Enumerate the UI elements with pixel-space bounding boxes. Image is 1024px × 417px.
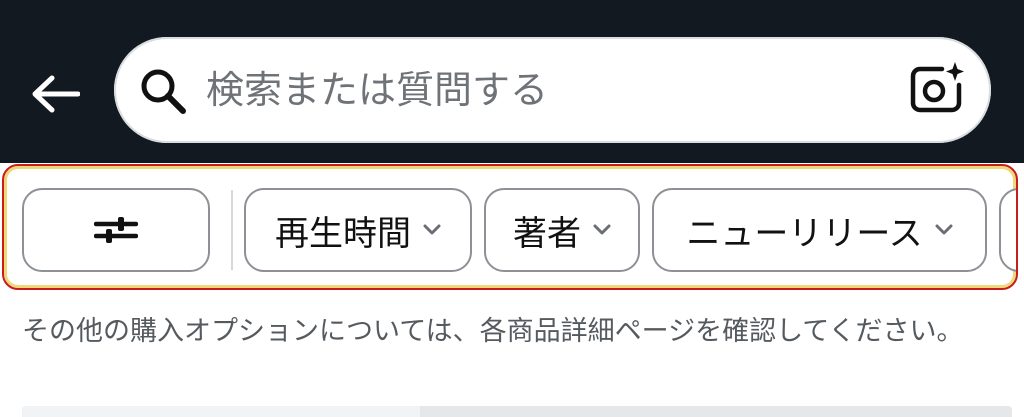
chip-label: ニューリリース bbox=[686, 213, 923, 254]
back-button[interactable] bbox=[22, 64, 88, 124]
sliders-icon bbox=[94, 217, 138, 243]
chevron-down-icon bbox=[593, 224, 611, 235]
search-input[interactable] bbox=[206, 61, 896, 119]
chevron-down-icon bbox=[423, 224, 441, 235]
chip-label: 著者 bbox=[513, 213, 581, 254]
filter-chip-duration[interactable]: 再生時間 bbox=[244, 188, 472, 272]
content-placeholder-bar bbox=[22, 406, 1012, 417]
camera-sparkle-icon[interactable] bbox=[908, 59, 968, 119]
filter-chip-next[interactable] bbox=[999, 188, 1016, 272]
filter-chip-author[interactable]: 著者 bbox=[484, 188, 640, 272]
content-placeholder-segment bbox=[22, 406, 420, 417]
chevron-down-icon bbox=[935, 224, 953, 235]
filter-settings-button[interactable] bbox=[22, 188, 210, 272]
chip-label: 再生時間 bbox=[275, 213, 411, 254]
top-header-bar bbox=[0, 0, 1024, 163]
arrow-left-icon bbox=[32, 75, 80, 113]
magnifier-icon[interactable] bbox=[140, 68, 186, 114]
filter-divider bbox=[231, 190, 233, 270]
filter-chip-new-release[interactable]: ニューリリース bbox=[652, 188, 987, 272]
search-bar bbox=[114, 37, 991, 143]
purchase-options-notice: その他の購入オプションについては、各商品詳細ページを確認してください。 bbox=[22, 316, 964, 347]
filter-bar: 再生時間 著者 ニューリリース bbox=[2, 164, 1018, 290]
